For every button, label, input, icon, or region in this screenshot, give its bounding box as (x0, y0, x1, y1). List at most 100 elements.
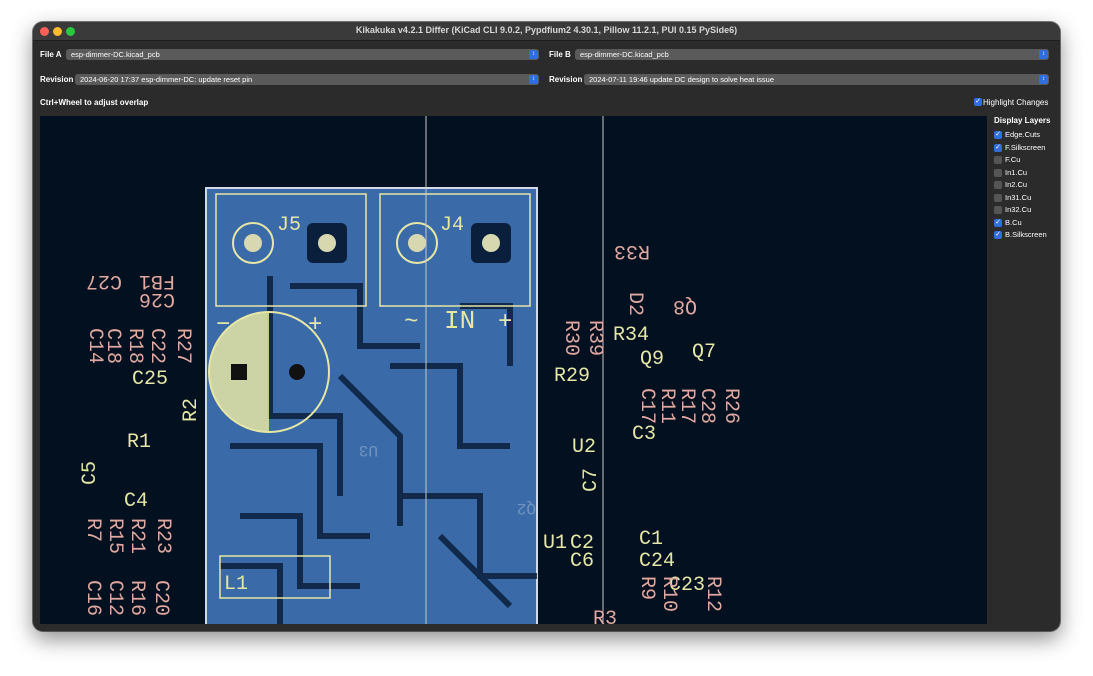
pcb-label-c26-group: C26 (139, 287, 175, 310)
pcb-label-c1: C1 (639, 528, 663, 551)
layer-checkbox[interactable] (994, 206, 1002, 214)
pcb-label-q9: Q9 (640, 348, 664, 371)
pcb-label-c17: C17 (635, 388, 658, 424)
layer-checkbox[interactable]: ✓ (994, 218, 1002, 227)
layer-checkbox[interactable] (994, 181, 1002, 189)
pcb-label-c28: C28 (695, 388, 718, 424)
pcb-label-u3-group: U3 (359, 441, 378, 459)
layer-label: Edge.Cuts (1005, 130, 1041, 139)
pcb-label-minus: − (216, 312, 230, 339)
pcb-label-r12: R12 (701, 576, 724, 612)
layer-label: In31.Cu (1005, 192, 1032, 202)
pcb-label-r23: R23 (151, 518, 174, 554)
layer-label: B.Silkscreen (1005, 230, 1047, 239)
pcb-label-q8-group: Q8 (673, 294, 697, 317)
pcb-label-c22: C22 (145, 328, 168, 364)
pcb-label-plus-1: + (308, 312, 322, 339)
layer-f-silkscreen[interactable]: ✓ F.Silkscreen (994, 143, 1054, 153)
pcb-label-c26: C26 (139, 287, 175, 310)
j4-pad-1-hole (408, 234, 426, 252)
pcb-label-j4: J4 (440, 214, 464, 237)
pcb-label-c27: C27 (86, 269, 122, 292)
pcb-label-r10: R10 (657, 576, 680, 612)
pcb-label-r15: R15 (103, 518, 126, 554)
file-b-value: esp-dimmer-DC.kicad_pcb (580, 50, 669, 59)
pcb-diff-canvas[interactable]: J5 J4 IN + + − ~ R34 Q9 Q7 R29 C25 R1 U2… (40, 116, 987, 624)
layer-b-cu[interactable]: ✓ B.Cu (994, 218, 1054, 228)
layer-label: B.Cu (1005, 217, 1022, 227)
pcb-label-c20: C20 (149, 580, 172, 616)
pcb-label-c7: C7 (580, 468, 603, 492)
highlight-changes-checkbox[interactable]: ✓ (974, 98, 982, 106)
pcb-label-tilde: ~ (404, 309, 418, 336)
title-bar: Kikakuka v4.2.1 Differ (KiCad CLI 9.0.2,… (33, 22, 1060, 41)
layer-in2-cu[interactable]: In2.Cu (994, 180, 1054, 190)
pcb-label-c6: C6 (570, 550, 594, 573)
layer-in32-cu[interactable]: In32.Cu (994, 205, 1054, 215)
pcb-label-r29: R29 (554, 365, 590, 388)
layer-checkbox[interactable]: ✓ (994, 131, 1002, 139)
pcb-label-r2: R2 (180, 398, 203, 422)
revision-a-chevron-icon: ↕ (529, 75, 538, 84)
pcb-label-c12: C12 (103, 580, 126, 616)
layer-checkbox[interactable] (994, 193, 1002, 202)
pcb-label-r27: R27 (171, 328, 194, 364)
file-a-value: esp-dimmer-DC.kicad_pcb (71, 50, 160, 59)
pcb-label-r33: R33 (614, 239, 650, 262)
cap-pad-2 (289, 364, 305, 380)
pcb-label-q8: Q8 (673, 294, 697, 317)
layer-in31-cu[interactable]: In31.Cu (994, 193, 1054, 203)
highlight-changes-label: Highlight Changes (983, 98, 1049, 107)
pcb-label-r33-group: R33 (614, 239, 650, 262)
layer-b-silkscreen[interactable]: ✓ B.Silkscreen (994, 230, 1054, 240)
layer-f-cu[interactable]: F.Cu (994, 155, 1054, 165)
j4-pad-2-hole (482, 234, 500, 252)
pcb-label-l1: L1 (224, 573, 248, 596)
pcb-label-c4: C4 (124, 490, 148, 513)
pcb-label-u1: U1 (543, 532, 567, 555)
pcb-label-r3: R3 (593, 608, 617, 624)
pcb-label-c24: C24 (639, 550, 675, 573)
display-layers-title: Display Layers (994, 116, 1051, 125)
pcb-label-r16: R16 (125, 580, 148, 616)
pcb-label-r26: R26 (719, 388, 742, 424)
revision-b-chevron-icon: ↕ (1039, 75, 1048, 84)
pcb-label-c27-group: C27 (86, 269, 122, 292)
file-a-chevron-icon: ↕ (529, 50, 538, 59)
file-a-select[interactable]: esp-dimmer-DC.kicad_pcb ↕ (66, 49, 539, 60)
pcb-label-r21: R21 (125, 518, 148, 554)
file-b-select[interactable]: esp-dimmer-DC.kicad_pcb ↕ (575, 49, 1049, 60)
revision-a-value: 2024-06-20 17:37 esp-dimmer-DC: update r… (80, 75, 253, 84)
pcb-label-j5: J5 (277, 214, 301, 237)
layer-edge-cuts[interactable]: ✓ Edge.Cuts (994, 130, 1054, 140)
pcb-label-r17: R17 (675, 388, 698, 424)
file-b-label: File B (549, 50, 571, 59)
file-a-label: File A (40, 50, 62, 59)
pcb-label-r30: R30 (559, 320, 582, 356)
layer-checkbox[interactable] (994, 168, 1002, 177)
revision-b-label: Revision (549, 75, 583, 84)
pcb-label-c25: C25 (132, 368, 168, 391)
revision-b-value: 2024-07-11 19:46 update DC design to sol… (589, 75, 774, 84)
layer-label: In32.Cu (1005, 205, 1032, 214)
revision-a-label: Revision (40, 75, 74, 84)
layer-checkbox[interactable] (994, 156, 1002, 164)
overlap-hint: Ctrl+Wheel to adjust overlap (40, 98, 149, 107)
layer-checkbox[interactable]: ✓ (994, 143, 1002, 152)
revision-a-select[interactable]: 2024-06-20 17:37 esp-dimmer-DC: update r… (75, 74, 539, 85)
layer-checkbox[interactable]: ✓ (994, 231, 1002, 239)
pcb-label-in: IN (444, 306, 475, 336)
pcb-label-r7: R7 (81, 518, 104, 542)
app-window: Kikakuka v4.2.1 Differ (KiCad CLI 9.0.2,… (33, 22, 1060, 631)
pcb-label-r11: R11 (655, 388, 678, 424)
cap-pad-1 (231, 364, 247, 380)
pcb-label-r34: R34 (613, 324, 649, 347)
layer-in1-cu[interactable]: In1.Cu (994, 168, 1054, 178)
pcb-label-plus-2: + (498, 309, 512, 336)
window-title: Kikakuka v4.2.1 Differ (KiCad CLI 9.0.2,… (355, 25, 738, 35)
j5-pad-2-hole (318, 234, 336, 252)
file-b-chevron-icon: ↕ (1039, 50, 1048, 59)
j5-pad-1-hole (244, 234, 262, 252)
revision-b-select[interactable]: 2024-07-11 19:46 update DC design to sol… (584, 74, 1049, 85)
layer-label: In2.Cu (1005, 180, 1028, 189)
